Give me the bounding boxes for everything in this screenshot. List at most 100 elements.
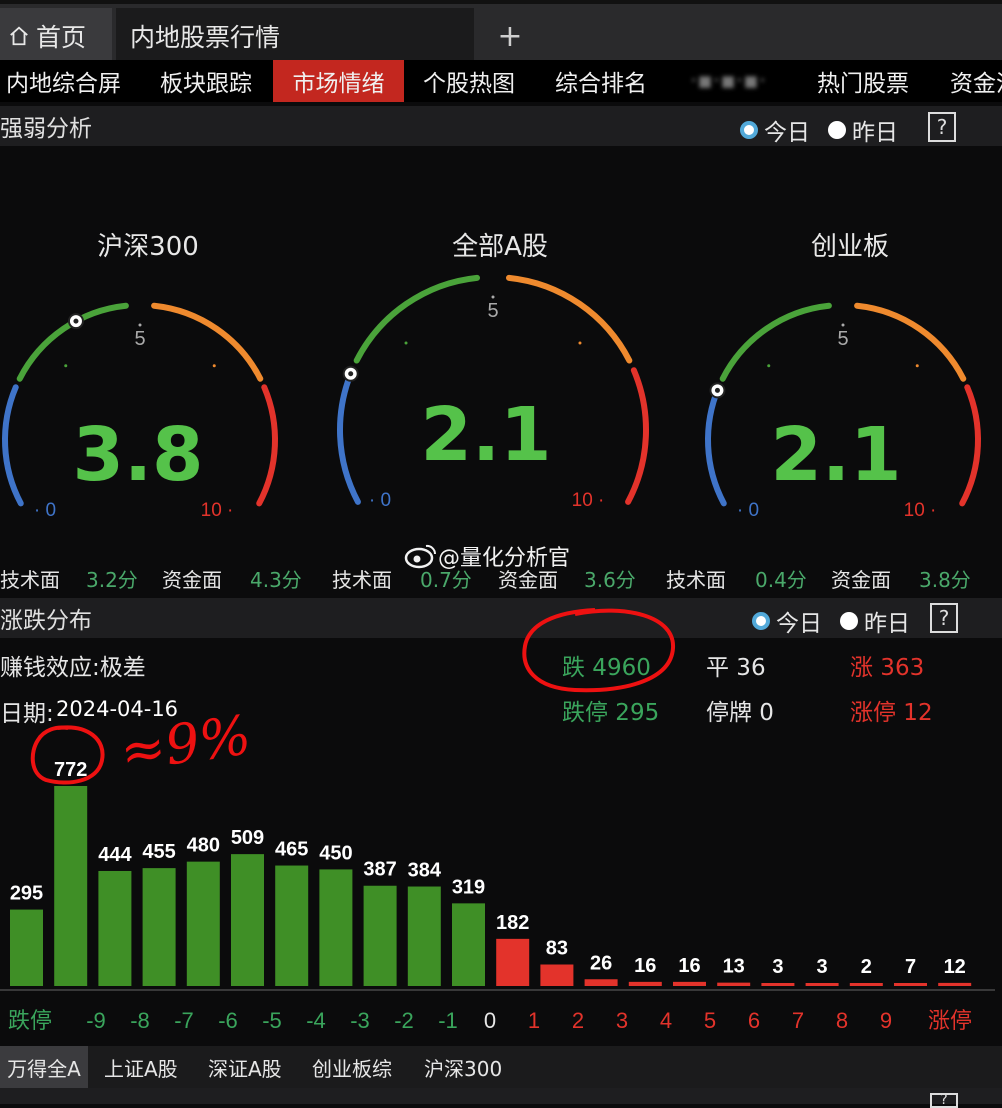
- tab-mainland-stocks-label: 内地股票行情: [130, 23, 281, 52]
- index-tab-chinext[interactable]: 创业板综: [312, 1046, 392, 1088]
- gauge-arc-2-3: [959, 384, 981, 507]
- gauge-arc-2-1: [719, 302, 832, 382]
- x-tick-label: 6: [748, 1008, 760, 1033]
- gauge-mid-label: 5: [134, 328, 145, 350]
- bar-11: [496, 938, 530, 986]
- nav-item-heatmap[interactable]: 个股热图: [423, 60, 515, 102]
- x-tick-label: -7: [174, 1008, 194, 1033]
- x-tick-label: 跌停: [8, 1008, 52, 1033]
- gauge-value-all-a: 2.1: [420, 392, 552, 478]
- tab-home-label: 首页: [36, 23, 87, 52]
- gauge-arc-1-0: [337, 367, 361, 505]
- gauge-tick-mid: [138, 323, 142, 327]
- dist-radio-yesterday[interactable]: 昨日: [840, 604, 910, 638]
- handwritten-circle-772: [30, 725, 105, 785]
- distribution-help-button[interactable]: ?: [930, 603, 958, 633]
- tech-label-2: 技术面: [332, 568, 392, 592]
- bar-value-label: 450: [319, 842, 352, 864]
- gauge-title-hs300: 沪深300: [97, 232, 199, 262]
- bar-value-label: 444: [98, 844, 132, 866]
- bar-20: [894, 983, 927, 986]
- x-tick-label: -6: [218, 1008, 238, 1033]
- up-count: 涨 363: [850, 655, 925, 681]
- bar-3: [142, 868, 176, 986]
- bar-value-label: 26: [590, 952, 612, 974]
- bar-4: [186, 861, 220, 986]
- radio-yesterday-label: 昨日: [852, 120, 898, 146]
- bar-value-label: 3: [772, 956, 783, 978]
- gauge-title-chinext: 创业板: [810, 232, 889, 262]
- gauge-arc-0-2: [151, 302, 264, 382]
- x-tick-label: 1: [528, 1008, 540, 1033]
- radio-today-label: 今日: [776, 611, 822, 637]
- bar-value-label: 13: [723, 956, 745, 978]
- tech-label-3: 技术面: [666, 568, 726, 592]
- dist-radio-today[interactable]: 今日: [752, 604, 822, 638]
- x-tick-label: 3: [616, 1008, 628, 1033]
- gauge-marker-dot: [73, 318, 79, 324]
- gauge-arc-1-2: [505, 274, 633, 364]
- radio-empty-icon: [828, 121, 846, 139]
- x-tick-label: 8: [836, 1008, 848, 1033]
- gauge-value-chinext: 2.1: [770, 412, 902, 498]
- nav-item-hot-stocks[interactable]: 热门股票: [817, 60, 909, 102]
- index-tab-wind-a[interactable]: 万得全A: [0, 1046, 88, 1088]
- nav-item-obscured[interactable]: ·▪·▪·▪·: [690, 60, 766, 102]
- fund-label-3: 资金面: [831, 568, 891, 592]
- gauge-title-all-a: 全部A股: [452, 232, 548, 262]
- gauge-mid-label: 5: [487, 300, 498, 322]
- gauge-tick-mid: [491, 295, 495, 299]
- x-tick-label: 4: [660, 1008, 672, 1033]
- nav-item-overview[interactable]: 内地综合屏: [6, 60, 121, 102]
- tab-mainland-stocks[interactable]: 内地股票行情: [116, 8, 474, 64]
- suspended-count: 停牌 0: [706, 700, 774, 726]
- tab-home[interactable]: 首页: [0, 8, 112, 64]
- bar-10: [452, 903, 485, 986]
- bar-8: [363, 885, 397, 986]
- add-tab-button[interactable]: +: [490, 8, 530, 64]
- index-tab-hs300[interactable]: 沪深300: [424, 1046, 502, 1088]
- index-tab-sz-a[interactable]: 深证A股: [208, 1046, 282, 1088]
- gauge-min-label: · 0: [34, 500, 56, 521]
- window-tab-bar: 首页 内地股票行情 +: [0, 0, 1002, 64]
- bar-value-label: 455: [142, 841, 175, 863]
- gauge-arc-1-1: [353, 274, 481, 364]
- plus-icon: +: [497, 18, 523, 54]
- home-icon: [10, 26, 28, 46]
- strength-radio-today[interactable]: 今日: [740, 113, 810, 147]
- sub-nav: 内地综合屏 板块跟踪 市场情绪 个股热图 综合排名 ·▪·▪·▪· 热门股票 资…: [0, 60, 1002, 102]
- radio-yesterday-label: 昨日: [864, 611, 910, 637]
- x-tick-label: -9: [86, 1008, 106, 1033]
- nav-item-sector[interactable]: 板块跟踪: [160, 60, 252, 102]
- watermark-text: @量化分析官: [438, 546, 571, 571]
- x-tick-label: 7: [792, 1008, 804, 1033]
- x-tick-label: 0: [484, 1008, 496, 1033]
- strength-radio-yesterday[interactable]: 昨日: [828, 113, 898, 147]
- gauge-tick-right: [578, 341, 582, 345]
- x-tick-label: -4: [306, 1008, 326, 1033]
- bar-value-label: 3: [817, 956, 828, 978]
- nav-item-sentiment[interactable]: 市场情绪: [273, 60, 404, 102]
- index-tab-sh-a[interactable]: 上证A股: [104, 1046, 178, 1088]
- money-effect: 赚钱效应:极差: [0, 655, 146, 681]
- strength-help-button[interactable]: ?: [928, 112, 956, 142]
- x-tick-label: 9: [880, 1008, 892, 1033]
- bar-18: [805, 983, 839, 986]
- gauge-arc-2-2: [854, 302, 967, 382]
- bar-0: [10, 909, 43, 986]
- strength-title: 强弱分析: [0, 116, 92, 142]
- bar-2: [98, 870, 132, 986]
- gauge-tick-left: [404, 341, 408, 345]
- bar-value-label: 509: [231, 827, 264, 849]
- flat-count: 平 36: [706, 655, 766, 681]
- bar-17: [761, 983, 795, 986]
- fund-value-1: 4.3分: [250, 568, 302, 592]
- nav-item-ranking[interactable]: 综合排名: [555, 60, 647, 102]
- bar-value-label: 16: [634, 955, 656, 977]
- bar-value-label: 387: [363, 859, 396, 881]
- index-tabs: 万得全A 上证A股 深证A股 创业板综 沪深300: [0, 1046, 1002, 1088]
- gauge-arc-1-3: [625, 367, 649, 505]
- nav-item-fund-flow[interactable]: 资金流: [950, 60, 1002, 102]
- hand-drawn-circle: [522, 608, 676, 693]
- next-panel-help[interactable]: ?: [930, 1093, 958, 1108]
